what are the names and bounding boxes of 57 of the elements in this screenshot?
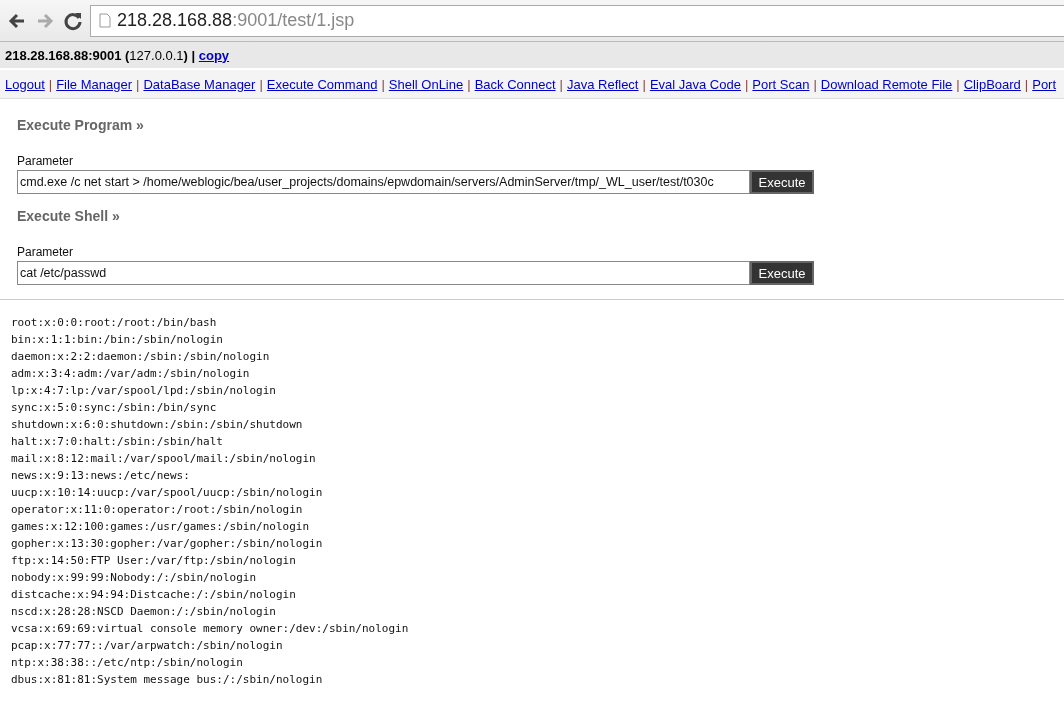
server-info: 218.28.168.88:9001 (127.0.0.1) | (5, 47, 196, 63)
parameter-label: Parameter (17, 154, 74, 168)
separator: | (1024, 76, 1029, 92)
nav-link[interactable]: Port Scan (752, 76, 810, 92)
separator: | (259, 76, 263, 92)
output-line: adm:x:3:4:adm:/var/adm:/sbin/nologin (11, 366, 250, 382)
page-icon (99, 13, 111, 28)
separator: | (559, 76, 563, 92)
parameter-label: Parameter (17, 245, 74, 259)
execute-button[interactable]: Execute (750, 170, 814, 194)
copy-link[interactable]: copy (198, 47, 230, 63)
output-line: ntp:x:38:38::/etc/ntp:/sbin/nologin (11, 655, 243, 671)
nav-link[interactable]: ClipBoard (963, 76, 1021, 92)
separator: | (467, 76, 471, 92)
separator: | (813, 76, 817, 92)
output-line: shutdown:x:6:0:shutdown:/sbin:/sbin/shutdown (11, 417, 303, 433)
output-line: bin:x:1:1:bin:/bin:/sbin/nologin (11, 332, 223, 348)
output-line: uucp:x:10:14:uucp:/var/spool/uucp:/sbin/nologin (11, 485, 323, 501)
nav-link[interactable]: File Manager (56, 76, 133, 92)
section-heading: Execute Program » (17, 117, 145, 133)
nav-link[interactable]: Port (1032, 76, 1057, 92)
output-line: gopher:x:13:30:gopher:/var/gopher:/sbin/nologin (11, 536, 323, 552)
output-line: pcap:x:77:77::/var/arpwatch:/sbin/nologin (11, 638, 283, 654)
output-line: halt:x:7:0:halt:/sbin:/sbin/halt (11, 434, 223, 450)
parameter-field[interactable]: cmd.exe /c net start > /home/weblogic/bea/user_projects/domains/epwdomain/servers/AdminServer/tmp/_WL_user/test/t030c (17, 170, 750, 194)
separator: | (642, 76, 646, 92)
output-line: ftp:x:14:50:FTP User:/var/ftp:/sbin/nologin (11, 553, 296, 569)
nav-link[interactable]: Eval Java Code (649, 76, 741, 92)
output-line: nscd:x:28:28:NSCD Daemon:/:/sbin/nologin (11, 604, 276, 620)
separator: | (956, 76, 960, 92)
section-heading: Execute Shell » (17, 208, 121, 224)
separator: | (136, 76, 140, 92)
nav-link[interactable]: Java Reflect (566, 76, 639, 92)
output-line: nobody:x:99:99:Nobody:/:/sbin/nologin (11, 570, 257, 586)
output-line: games:x:12:100:games:/usr/games:/sbin/nologin (11, 519, 309, 535)
execute-button[interactable]: Execute (750, 261, 814, 285)
output-line: daemon:x:2:2:daemon:/sbin:/sbin/nologin (11, 349, 270, 365)
output-line: dbus:x:81:81:System message bus:/:/sbin/nologin (11, 672, 323, 688)
nav-link[interactable]: Logout (5, 76, 45, 92)
output-line: distcache:x:94:94:Distcache:/:/sbin/nologin (11, 587, 296, 603)
nav-link[interactable]: DataBase Manager (143, 76, 256, 92)
separator: | (744, 76, 749, 92)
nav-link[interactable]: Shell OnLine (388, 76, 464, 92)
separator: | (48, 76, 53, 92)
parameter-field[interactable]: cat /etc/passwd (17, 261, 750, 285)
output-line: mail:x:8:12:mail:/var/spool/mail:/sbin/nologin (11, 451, 316, 467)
nav-link[interactable]: Back Connect (474, 76, 556, 92)
address-bar[interactable]: 218.28.168.88:9001/test/1.jsp (90, 4, 1064, 37)
output-line: root:x:0:0:root:/root:/bin/bash (11, 315, 217, 331)
nav-link[interactable]: Execute Command (266, 76, 378, 92)
output-line: lp:x:4:7:lp:/var/spool/lpd:/sbin/nologin (11, 383, 276, 399)
output-line: news:x:9:13:news:/etc/news: (11, 468, 190, 484)
output-line: vcsa:x:69:69:virtual console memory owner:/dev:/sbin/nologin (11, 621, 409, 637)
output-line: operator:x:11:0:operator:/root:/sbin/nologin (11, 502, 303, 518)
output-line: sync:x:5:0:sync:/sbin:/bin/sync (11, 400, 217, 416)
nav-link[interactable]: Download Remote File (820, 76, 953, 92)
separator: | (381, 76, 385, 92)
